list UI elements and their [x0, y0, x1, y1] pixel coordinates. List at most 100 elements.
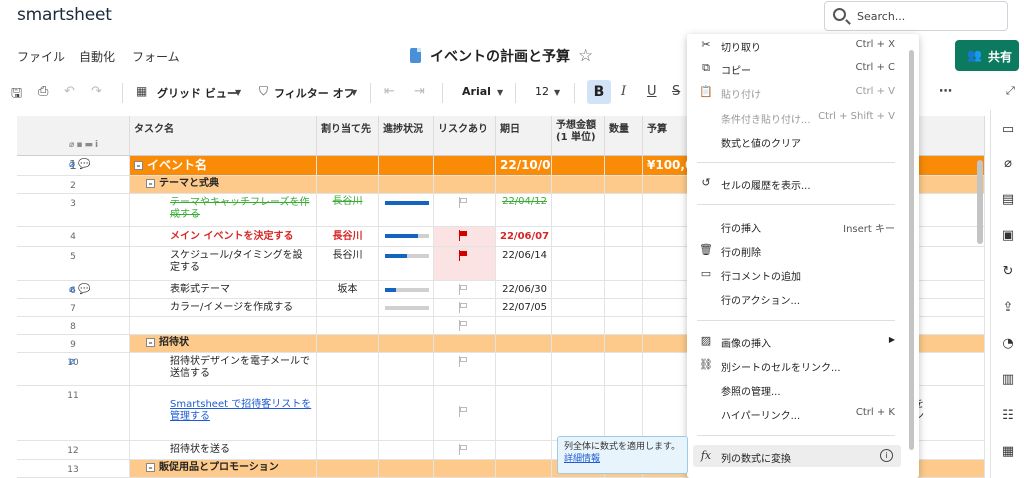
date-cell[interactable]: 22/06/07 — [496, 227, 552, 246]
menu-file[interactable]: ファイル — [17, 48, 65, 65]
pulse-icon[interactable]: ◔ — [1000, 336, 1016, 352]
collapse-icon[interactable]: – — [146, 462, 155, 472]
strikethrough-button[interactable]: S — [672, 84, 680, 99]
date-cell[interactable]: 22/07/05 — [496, 299, 552, 316]
task-cell[interactable]: テーマやキャッチフレーズを作成する — [130, 194, 317, 226]
assigned-cell[interactable] — [317, 317, 379, 334]
budget-unit-cell[interactable] — [552, 247, 605, 280]
menu-item-row-actions[interactable]: 行のアクション... — [687, 287, 905, 309]
risk-cell[interactable] — [434, 386, 496, 440]
assigned-cell[interactable]: 坂本 — [317, 281, 379, 298]
budget-unit-cell[interactable] — [552, 386, 605, 440]
col-header-date[interactable]: 期日 — [496, 116, 552, 156]
chevron-down-icon[interactable]: ▼ — [554, 88, 560, 97]
filter-selector[interactable]: フィルター オフ — [274, 85, 355, 101]
sheet-title[interactable]: イベントの計画と予算 — [430, 46, 570, 66]
date-cell[interactable] — [496, 386, 552, 440]
progress-cell[interactable] — [379, 247, 434, 280]
progress-cell[interactable] — [379, 299, 434, 316]
flag-icon[interactable] — [458, 197, 470, 209]
assigned-cell[interactable] — [317, 441, 379, 459]
menu-item-paste-special[interactable]: 条件付き貼り付け... Ctrl + Shift + V — [687, 106, 905, 128]
risk-cell[interactable] — [434, 281, 496, 298]
grid-scrollbar[interactable] — [977, 160, 983, 244]
menu-item-add-comment[interactable]: ▭ 行コメントの追加 — [687, 263, 905, 285]
outdent-icon[interactable]: ⇤ — [384, 84, 395, 99]
assigned-cell[interactable] — [317, 386, 379, 440]
assigned-cell[interactable]: 長谷川 — [317, 227, 379, 246]
risk-cell[interactable] — [434, 441, 496, 459]
budget-unit-cell[interactable] — [552, 317, 605, 334]
menu-item-cut[interactable]: ✂ 切り取り Ctrl + X — [687, 34, 905, 56]
menu-item-copy[interactable]: ⧉ コピー Ctrl + C — [687, 57, 905, 79]
date-cell[interactable]: 22/10/04 — [496, 156, 552, 175]
budget-unit-cell[interactable] — [552, 156, 605, 175]
qty-cell[interactable] — [605, 227, 643, 246]
menu-form[interactable]: フォーム — [132, 48, 180, 65]
assigned-cell[interactable] — [317, 353, 379, 385]
qty-cell[interactable] — [605, 386, 643, 440]
budget-unit-cell[interactable] — [552, 353, 605, 385]
assigned-cell[interactable] — [317, 156, 379, 175]
flag-icon[interactable] — [458, 250, 470, 262]
menu-item-link-cell[interactable]: ⛓ 別シートのセルをリンク... — [687, 354, 905, 376]
menu-item-convert-column-formula[interactable]: fx 列の数式に変換 i — [693, 445, 901, 467]
date-cell[interactable]: 22/06/30 — [496, 281, 552, 298]
row-number[interactable]: 7 — [17, 299, 130, 316]
qty-cell[interactable] — [605, 317, 643, 334]
qty-cell[interactable] — [605, 194, 643, 226]
search-input[interactable] — [855, 6, 1000, 26]
contacts-icon[interactable]: ☷ — [1000, 408, 1016, 424]
smartsheet-logo[interactable]: smartsheet — [17, 5, 112, 25]
row-number[interactable]: 13 — [17, 460, 130, 477]
risk-cell[interactable] — [434, 194, 496, 226]
progress-cell[interactable] — [379, 156, 434, 175]
chevron-down-icon[interactable]: ▼ — [235, 88, 241, 97]
italic-button[interactable]: I — [621, 84, 626, 99]
risk-cell[interactable] — [434, 353, 496, 385]
task-cell[interactable]: 招待状を送る — [130, 441, 317, 459]
task-cell[interactable]: – テーマと式典 — [130, 176, 317, 193]
underline-button[interactable]: U — [647, 84, 657, 99]
progress-cell[interactable] — [379, 227, 434, 246]
date-cell[interactable] — [496, 460, 552, 477]
flag-icon[interactable] — [458, 356, 470, 368]
forms-icon[interactable]: ▥ — [1000, 372, 1016, 388]
menu-item-delete-row[interactable]: 🗑 行の削除 — [687, 239, 905, 261]
task-cell-link[interactable]: Smartsheet で招待客リストを管理する — [130, 386, 317, 440]
date-cell[interactable] — [496, 176, 552, 193]
row-number[interactable]: 4 — [17, 227, 130, 246]
row-number[interactable]: 12 — [17, 441, 130, 459]
undo-icon[interactable]: ↶ — [64, 84, 75, 99]
risk-cell[interactable] — [434, 460, 496, 477]
task-cell[interactable]: スケジュール/タイミングを設定する — [130, 247, 317, 280]
risk-cell[interactable] — [434, 317, 496, 334]
comment-icon[interactable]: ▭ — [1000, 122, 1016, 138]
row-number[interactable]: 8 — [17, 317, 130, 334]
date-cell[interactable] — [496, 441, 552, 459]
risk-cell[interactable] — [434, 335, 496, 352]
col-header-risk[interactable]: リスクあり — [434, 116, 496, 156]
risk-cell[interactable] — [434, 227, 496, 246]
task-cell[interactable]: 招待状デザインを電子メールで送信する — [130, 353, 317, 385]
progress-cell[interactable] — [379, 194, 434, 226]
date-cell[interactable] — [496, 335, 552, 352]
flag-icon[interactable] — [458, 230, 470, 242]
qty-cell[interactable] — [605, 156, 643, 175]
more-icon[interactable]: ⋯ — [939, 84, 952, 99]
flag-icon[interactable] — [458, 406, 470, 418]
menu-item-insert-image[interactable]: ▨ 画像の挿入 ▶ — [687, 330, 905, 352]
menu-item-clear[interactable]: 数式と値のクリア — [687, 130, 905, 152]
row-number[interactable]: 11 — [17, 386, 130, 440]
task-cell[interactable]: メイン イベントを決定する — [130, 227, 317, 246]
qty-cell[interactable] — [605, 335, 643, 352]
budget-unit-cell[interactable] — [552, 194, 605, 226]
row-icons[interactable]: ⌀ 💬 — [69, 284, 91, 295]
attachment-icon[interactable]: ⌀ — [1000, 156, 1016, 172]
search-box[interactable] — [824, 1, 1008, 31]
menu-scrollbar[interactable] — [909, 50, 914, 450]
risk-cell[interactable] — [434, 156, 496, 175]
row-icons[interactable]: ⌀ 💬 — [69, 159, 91, 170]
menu-item-hyperlink[interactable]: ハイパーリンク... Ctrl + K — [687, 402, 905, 424]
task-cell[interactable]: – 招待状 — [130, 335, 317, 352]
